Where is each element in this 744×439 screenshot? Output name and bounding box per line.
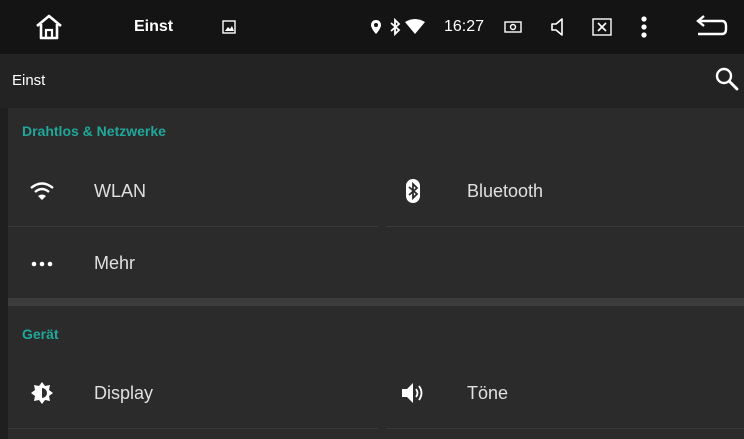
section-device: Gerät Display Töne [8, 306, 744, 439]
page-title: Einst [12, 72, 46, 89]
close-box-icon[interactable] [592, 0, 612, 54]
setting-display[interactable]: Display [8, 358, 378, 428]
home-icon[interactable] [34, 0, 64, 54]
wifi-icon [29, 178, 55, 204]
section-separator [8, 298, 744, 306]
divider [386, 428, 744, 429]
more-icon [29, 250, 55, 276]
setting-label-sounds: Töne [467, 383, 509, 403]
location-icon [370, 0, 382, 54]
setting-sounds[interactable]: Töne [386, 358, 744, 428]
divider [8, 428, 378, 429]
bluetooth-icon [388, 0, 402, 54]
section-title-device: Gerät [22, 326, 59, 342]
setting-label-wlan: WLAN [94, 181, 147, 201]
back-icon[interactable] [694, 0, 728, 54]
image-icon [222, 0, 236, 54]
search-icon[interactable] [714, 66, 740, 92]
setting-label-more: Mehr [94, 253, 136, 273]
divider [386, 226, 744, 227]
divider [8, 226, 378, 227]
setting-bluetooth[interactable]: Bluetooth [386, 156, 744, 226]
section-title-wireless: Drahtlos & Netzwerke [22, 123, 166, 139]
menu-icon[interactable] [640, 0, 648, 54]
brightness-icon [29, 380, 55, 406]
setting-wlan[interactable]: WLAN [8, 156, 378, 226]
screenshot-icon[interactable] [504, 0, 522, 54]
setting-label-display: Display [94, 383, 154, 403]
sound-icon [400, 380, 426, 406]
status-bar: Einst 16:27 [0, 0, 744, 54]
setting-label-bluetooth: Bluetooth [467, 181, 544, 201]
status-time: 16:27 [444, 18, 485, 35]
section-wireless: Drahtlos & Netzwerke WLAN Bluetooth Mehr [8, 108, 744, 298]
bluetooth-icon [400, 178, 426, 204]
wifi-icon [405, 0, 425, 54]
app-bar: Einst [0, 54, 744, 108]
volume-icon[interactable] [550, 0, 566, 54]
setting-more[interactable]: Mehr [8, 228, 744, 298]
status-app-name: Einst [134, 18, 174, 35]
